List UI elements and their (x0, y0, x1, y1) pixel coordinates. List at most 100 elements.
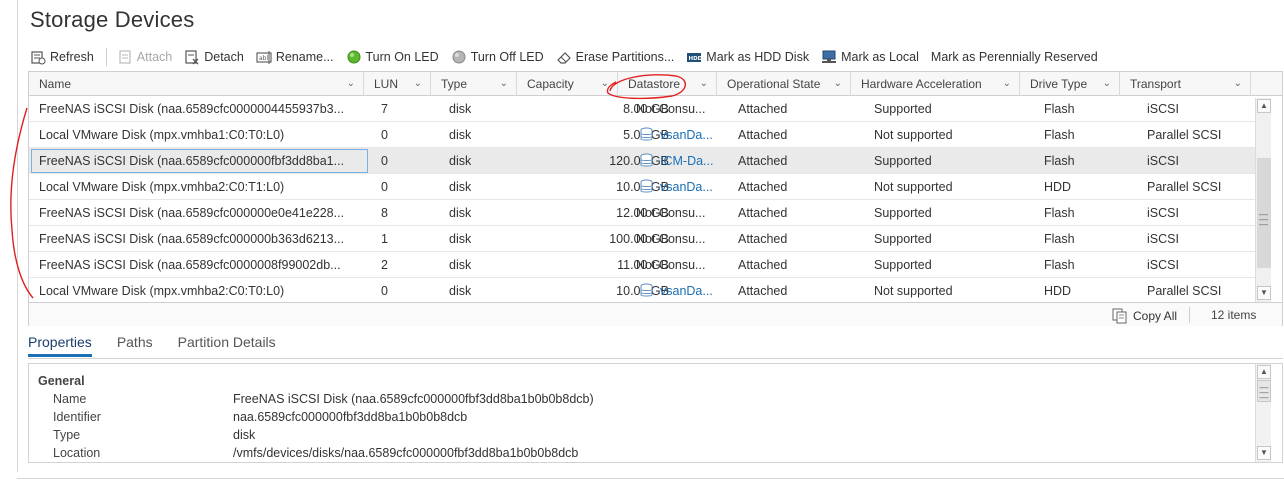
chevron-down-icon[interactable]: ⌄ (601, 72, 609, 96)
column-header-type[interactable]: Type ⌄ (431, 72, 517, 96)
mark-as-local-button[interactable]: Mark as Local (821, 49, 919, 65)
column-header-label: Name (39, 77, 72, 91)
column-header-datastore[interactable]: Datastore ⌄ (618, 72, 717, 96)
column-header-name[interactable]: Name ⌄ (29, 72, 364, 96)
cell-drive-type: Flash (1044, 200, 1075, 226)
column-header-hardware-acceleration[interactable]: Hardware Acceleration ⌄ (851, 72, 1020, 96)
cell-hardware-acceleration-text: Not supported (874, 180, 953, 194)
cell-name: FreeNAS iSCSI Disk (naa.6589cfc000000fbf… (39, 148, 344, 174)
copy-all-button[interactable]: Copy All (1112, 308, 1177, 324)
chevron-down-icon[interactable]: ⌄ (347, 72, 355, 96)
cell-datastore[interactable]: vsanDa... (639, 174, 713, 200)
cell-datastore[interactable]: ICM-Da... (639, 148, 713, 174)
detach-button[interactable]: Detach (184, 49, 244, 65)
table-row[interactable]: FreeNAS iSCSI Disk (naa.6589cfc0000008f9… (29, 252, 1255, 278)
cell-datastore[interactable]: vsanDa... (639, 122, 713, 148)
table-row[interactable]: FreeNAS iSCSI Disk (naa.6589cfc000000b36… (29, 226, 1255, 252)
cell-drive-type-text: Flash (1044, 232, 1075, 246)
properties-panel: General Name FreeNAS iSCSI Disk (naa.658… (28, 363, 1283, 463)
cell-lun-text: 8 (381, 206, 388, 220)
chevron-down-icon[interactable]: ⌄ (1103, 72, 1111, 96)
refresh-label: Refresh (50, 50, 94, 64)
table-row[interactable]: Local VMware Disk (mpx.vmhba2:C0:T0:L0) 0… (29, 278, 1255, 302)
led-off-icon (451, 49, 467, 65)
grid-header: Name ⌄ LUN ⌄ Type ⌄ Capacity ⌄ Datastore ⌄ Op… (29, 72, 1282, 96)
cell-datastore: Not Consu... (636, 98, 705, 122)
cell-name-text: FreeNAS iSCSI Disk (naa.6589cfc000000fbf… (39, 154, 345, 168)
rename-button[interactable]: abl Rename... (256, 49, 334, 65)
cell-transport: Parallel SCSI (1147, 122, 1221, 148)
cell-type: disk (449, 226, 471, 252)
cell-name: FreeNAS iSCSI Disk (naa.6589cfc000000e0e… (39, 200, 344, 226)
cell-datastore-text: Not Consu... (636, 102, 706, 116)
cell-operational-state-text: Attached (738, 206, 788, 220)
tab-properties[interactable]: Properties (28, 331, 92, 357)
scroll-thumb[interactable]: — — — (1257, 380, 1271, 402)
cell-datastore-text[interactable]: vsanDa... (660, 284, 713, 298)
scroll-down-icon[interactable]: ▼ (1257, 286, 1271, 300)
column-header-label: Transport (1130, 77, 1181, 91)
cell-type-text: disk (449, 102, 472, 116)
grid-body: FreeNAS iSCSI Disk (naa.6589cfc000000445… (29, 98, 1255, 302)
hdd-icon: HDD (686, 49, 702, 65)
toolbar: Refresh Attach Detach abl Rename... Turn… (30, 46, 1110, 68)
property-row-name: Name FreeNAS iSCSI Disk (naa.6589cfc0000… (53, 390, 1253, 408)
tabs-divider (28, 358, 1283, 359)
cell-datastore-text[interactable]: ICM-Da... (660, 154, 713, 168)
cell-drive-type: HDD (1044, 278, 1071, 302)
column-header-capacity[interactable]: Capacity ⌄ (517, 72, 618, 96)
column-header-transport[interactable]: Transport ⌄ (1120, 72, 1251, 96)
chevron-down-icon[interactable]: ⌄ (1234, 72, 1242, 96)
attach-button[interactable]: Attach (117, 49, 172, 65)
refresh-button[interactable]: Refresh (30, 49, 94, 65)
column-header-operational-state[interactable]: Operational State ⌄ (717, 72, 851, 96)
turn-on-led-button[interactable]: Turn On LED (346, 49, 439, 65)
toolbar-divider (105, 48, 107, 66)
scroll-up-icon[interactable]: ▲ (1257, 99, 1271, 113)
chevron-down-icon[interactable]: ⌄ (414, 72, 422, 96)
cell-datastore-text[interactable]: vsanDa... (660, 180, 713, 194)
cell-lun: 0 (381, 278, 388, 302)
cell-transport-text: iSCSI (1147, 102, 1179, 116)
property-value: disk (233, 428, 256, 442)
cell-drive-type-text: Flash (1044, 128, 1075, 142)
tab-paths[interactable]: Paths (117, 331, 153, 357)
cell-datastore-text[interactable]: vsanDa... (660, 128, 713, 142)
cell-hardware-acceleration-text: Supported (874, 258, 932, 272)
cell-hardware-acceleration-text: Supported (874, 154, 932, 168)
cell-lun: 0 (381, 174, 388, 200)
cell-drive-type-text: Flash (1044, 154, 1075, 168)
cell-name-text: Local VMware Disk (mpx.vmhba2:C0:T0:L0) (39, 284, 285, 298)
cell-type-text: disk (449, 284, 472, 298)
chevron-down-icon[interactable]: ⌄ (1003, 72, 1011, 96)
chevron-down-icon[interactable]: ⌄ (700, 72, 708, 96)
tab-partition-details[interactable]: Partition Details (178, 331, 276, 357)
table-row[interactable]: Local VMware Disk (mpx.vmhba1:C0:T0:L0) 0… (29, 122, 1255, 148)
cell-datastore[interactable]: vsanDa... (639, 278, 713, 302)
turn-off-led-button[interactable]: Turn Off LED (451, 49, 544, 65)
cell-transport-text: Parallel SCSI (1147, 128, 1222, 142)
cell-transport-text: iSCSI (1147, 258, 1179, 272)
datastore-icon (640, 127, 653, 141)
chevron-down-icon[interactable]: ⌄ (834, 72, 842, 96)
cell-type-text: disk (449, 232, 472, 246)
table-row[interactable]: FreeNAS iSCSI Disk (naa.6589cfc000000e0e… (29, 200, 1255, 226)
scroll-down-icon[interactable]: ▼ (1257, 446, 1271, 460)
chevron-down-icon[interactable]: ⌄ (500, 72, 508, 96)
cell-operational-state: Attached (738, 174, 787, 200)
erase-partitions-button[interactable]: Erase Partitions... (556, 49, 674, 65)
mark-as-hdd-button[interactable]: HDD Mark as HDD Disk (686, 49, 809, 65)
column-header-drive-type[interactable]: Drive Type ⌄ (1020, 72, 1120, 96)
mark-as-perennially-reserved-button[interactable]: Mark as Perennially Reserved (931, 50, 1098, 64)
column-header-label: Operational State (727, 77, 821, 91)
table-row[interactable]: FreeNAS iSCSI Disk (naa.6589cfc000000445… (29, 98, 1255, 122)
cell-type: disk (449, 278, 471, 302)
column-header-lun[interactable]: LUN ⌄ (364, 72, 431, 96)
table-row[interactable]: Local VMware Disk (mpx.vmhba2:C0:T1:L0) 0… (29, 174, 1255, 200)
grid-vertical-scrollbar[interactable]: ▲ — — — ▼ (1255, 98, 1271, 302)
scroll-up-icon[interactable]: ▲ (1257, 365, 1271, 379)
table-row[interactable]: FreeNAS iSCSI Disk (naa.6589cfc000000fbf… (29, 148, 1255, 174)
properties-vertical-scrollbar[interactable]: ▲ — — — ▼ (1255, 364, 1271, 462)
datastore-icon (640, 283, 653, 297)
cell-hardware-acceleration: Supported (874, 200, 932, 226)
